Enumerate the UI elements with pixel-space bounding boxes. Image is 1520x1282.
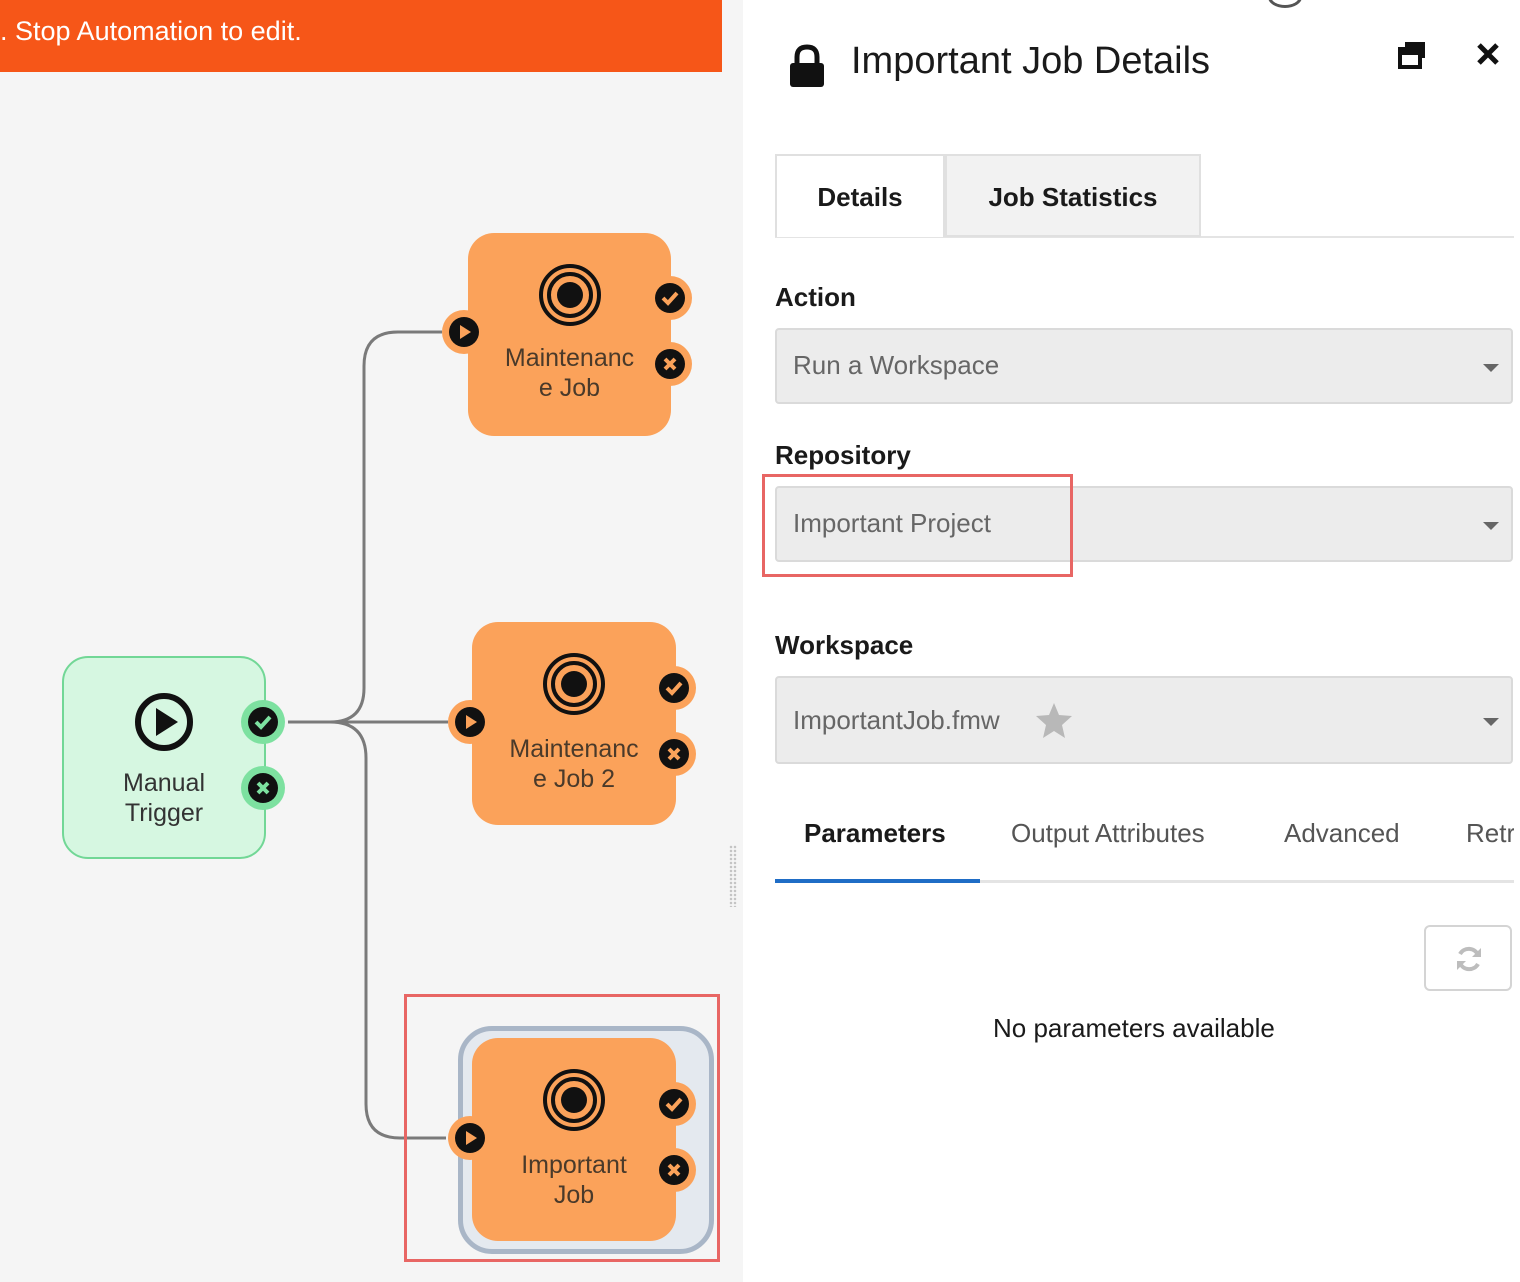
- close-icon[interactable]: [1474, 40, 1502, 68]
- job2-failure-port[interactable]: [652, 732, 696, 776]
- play-icon: [455, 707, 485, 737]
- repository-label: Repository: [775, 440, 911, 470]
- restore-window-icon[interactable]: [1396, 40, 1430, 70]
- node-label-line1: Maintenanc: [509, 735, 639, 763]
- job2-input-port[interactable]: [448, 700, 492, 744]
- node-label-line1: Maintenanc: [504, 344, 635, 372]
- node-label-line2: e Job: [538, 374, 601, 402]
- workspace-value: ImportantJob.fmw: [793, 705, 1000, 735]
- chevron-down-icon: [1483, 364, 1499, 372]
- link-trigger-job1: [288, 330, 442, 724]
- subtab-advanced[interactable]: Advanced: [1284, 818, 1400, 849]
- action-label: Action: [775, 282, 856, 312]
- workspace-label: Workspace: [775, 630, 914, 660]
- tab-details[interactable]: Details: [775, 154, 945, 237]
- job1-success-port[interactable]: [648, 276, 692, 320]
- workflow-canvas[interactable]: . Stop Automation to edit. Manual Trigge…: [0, 0, 743, 1282]
- target-icon: [538, 264, 601, 326]
- workspace-select[interactable]: ImportantJob.fmw: [775, 676, 1513, 764]
- check-circle-icon: [659, 673, 689, 703]
- maintenance-job-2-node[interactable]: Maintenanc e Job 2: [472, 622, 676, 825]
- no-parameters-message: No parameters available: [993, 1013, 1275, 1043]
- refresh-icon: [1457, 946, 1481, 972]
- job1-input-port[interactable]: [442, 310, 486, 354]
- x-circle-icon: [248, 773, 278, 803]
- subtab-parameters[interactable]: Parameters: [804, 818, 946, 849]
- play-circle-icon: [135, 693, 193, 751]
- panel-resize-handle[interactable]: [729, 845, 737, 907]
- trigger-success-port[interactable]: [241, 700, 285, 744]
- highlight-box-job: [404, 994, 720, 1262]
- highlight-box-repository: [762, 474, 1073, 577]
- action-value: Run a Workspace: [793, 350, 1000, 380]
- chevron-down-icon: [1483, 718, 1499, 726]
- star-icon[interactable]: [1035, 701, 1073, 739]
- trigger-failure-port[interactable]: [241, 766, 285, 810]
- job1-failure-port[interactable]: [648, 342, 692, 386]
- panel-title: Important Job Details: [851, 40, 1211, 82]
- active-subtab-indicator: [775, 879, 980, 883]
- subtab-output-attributes[interactable]: Output Attributes: [1011, 818, 1205, 849]
- action-select[interactable]: Run a Workspace: [775, 328, 1513, 404]
- maintenance-job-node[interactable]: Maintenanc e Job: [468, 233, 671, 436]
- x-circle-icon: [659, 739, 689, 769]
- lock-icon: [790, 44, 824, 87]
- panel-clip-edge: [1514, 780, 1520, 900]
- node-label-line1: Manual: [123, 769, 205, 797]
- check-circle-icon: [655, 283, 685, 313]
- job2-success-port[interactable]: [652, 666, 696, 710]
- subtab-retry[interactable]: Retr: [1466, 818, 1515, 849]
- chevron-down-icon: [1483, 522, 1499, 530]
- manual-trigger-node[interactable]: Manual Trigger: [62, 656, 266, 859]
- check-circle-icon: [248, 707, 278, 737]
- refresh-parameters-button[interactable]: [1424, 925, 1512, 991]
- node-label-line2: e Job 2: [532, 765, 615, 793]
- tab-job-statistics[interactable]: Job Statistics: [945, 154, 1201, 237]
- target-icon: [543, 653, 605, 715]
- x-circle-icon: [655, 349, 685, 379]
- play-icon: [449, 317, 479, 347]
- node-label-line2: Trigger: [124, 799, 204, 827]
